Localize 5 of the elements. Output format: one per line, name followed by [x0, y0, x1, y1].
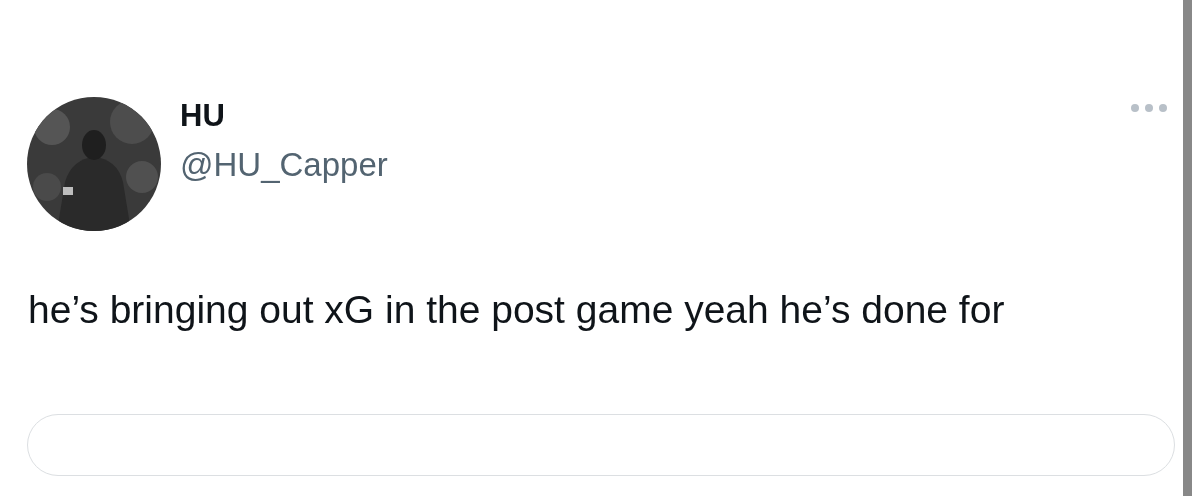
tweet-text: he’s bringing out xG in the post game yeah he’s done for — [28, 287, 1006, 333]
user-handle: @HU_Capper — [180, 145, 388, 185]
user-name: HU — [180, 97, 226, 135]
scrollbar[interactable] — [1183, 0, 1192, 496]
more-icon[interactable] — [1130, 103, 1168, 113]
